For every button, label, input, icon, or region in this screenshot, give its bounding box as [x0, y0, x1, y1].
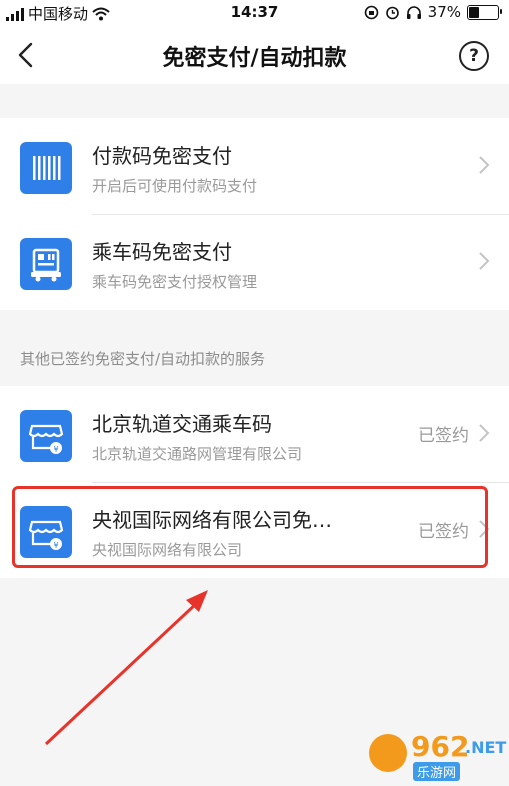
chevron-right-icon [479, 252, 490, 270]
list-item-beijing-metro[interactable]: ¥ 北京轨道交通乘车码 北京轨道交通路网管理有限公司 已签约 [0, 386, 509, 482]
battery-percent: 37% [427, 3, 461, 21]
watermark-logo: 962 .NET 乐游网 [367, 730, 507, 781]
list-item-subtitle: 开启后可使用付款码支付 [92, 177, 258, 195]
list-item-subtitle: 北京轨道交通路网管理有限公司 [92, 445, 303, 463]
section-label: 其他已签约免密支付/自动扣款的服务 [20, 350, 266, 368]
store-icon: ¥ [20, 410, 72, 462]
alarm-icon [385, 6, 399, 19]
headphones-icon [406, 5, 421, 19]
primary-settings-card: 付款码免密支付 开启后可使用付款码支付 乘车码免密支付 乘车码免密支付授权管理 [0, 118, 509, 310]
watermark-suffix: .NET [465, 738, 507, 757]
status-badge: 已签约 [418, 426, 469, 446]
watermark-sub: 乐游网 [413, 762, 461, 781]
rotation-lock-icon [364, 5, 378, 19]
list-item-bus-code-pay[interactable]: 乘车码免密支付 乘车码免密支付授权管理 [0, 214, 509, 310]
barcode-icon [20, 142, 72, 194]
battery-fill [469, 6, 479, 18]
page-title: 免密支付/自动扣款 [162, 46, 347, 71]
watermark-number: 962 [411, 730, 470, 763]
status-bar: 中国移动 14:37 37% [0, 0, 509, 26]
svg-text:¥: ¥ [53, 445, 58, 454]
help-button[interactable]: ? [459, 41, 489, 71]
list-item-title: 乘车码免密支付 [92, 240, 232, 264]
list-item-title: 付款码免密支付 [92, 144, 232, 168]
bus-qr-icon [20, 238, 72, 290]
highlight-box [12, 486, 488, 568]
list-item-title: 北京轨道交通乘车码 [92, 412, 272, 436]
watermark-emblem-icon [369, 734, 407, 772]
chevron-right-icon [479, 424, 490, 442]
battery-icon [467, 4, 502, 20]
status-right: 37% [364, 3, 502, 21]
nav-bar: 免密支付/自动扣款 ? [0, 26, 509, 84]
chevron-right-icon [479, 156, 490, 174]
list-item-subtitle: 乘车码免密支付授权管理 [92, 273, 258, 291]
list-item-barcode-pay[interactable]: 付款码免密支付 开启后可使用付款码支付 [0, 118, 509, 214]
